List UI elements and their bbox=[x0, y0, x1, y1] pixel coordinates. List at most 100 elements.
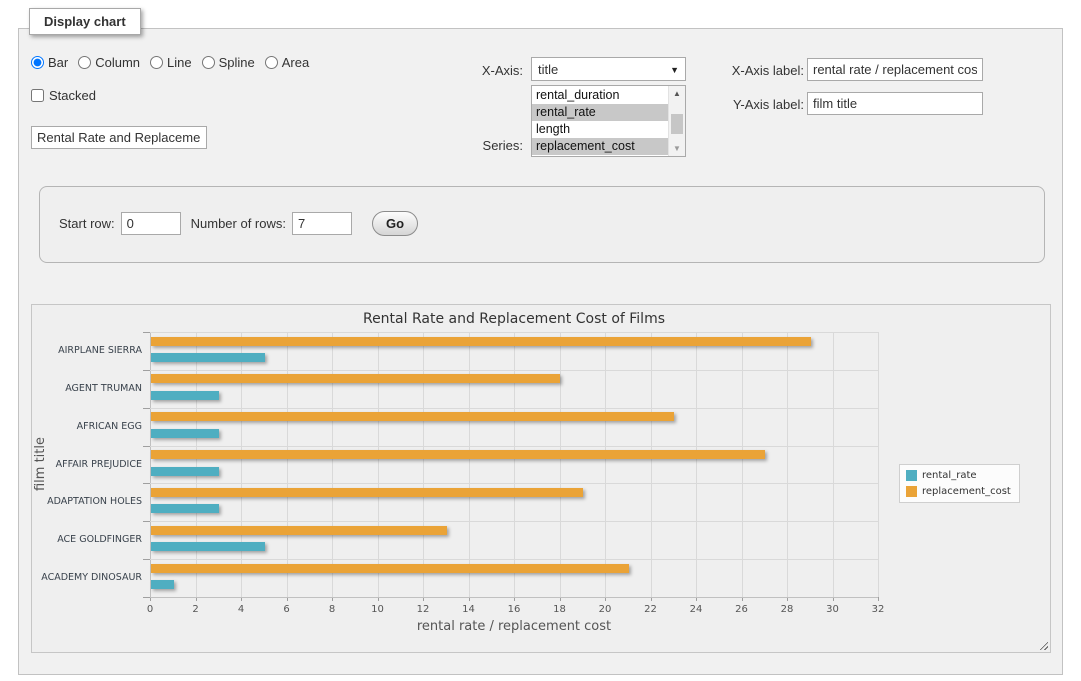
bar-replacement_cost bbox=[151, 337, 811, 346]
chart-y-axis-title: film title bbox=[33, 414, 49, 514]
y-axis-line bbox=[150, 332, 151, 597]
series-options: rental_duration rental_rate length repla… bbox=[532, 86, 668, 156]
category-boundary-line bbox=[150, 483, 878, 484]
x-tick-label: 28 bbox=[770, 604, 804, 615]
x-tick-label: 0 bbox=[133, 604, 167, 615]
chart-type-line[interactable]: Line bbox=[150, 55, 192, 70]
gridline bbox=[469, 332, 470, 597]
gridline bbox=[378, 332, 379, 597]
chart-type-area-radio[interactable] bbox=[265, 56, 278, 69]
x-tick-label: 22 bbox=[634, 604, 668, 615]
chart-type-spline-radio[interactable] bbox=[202, 56, 215, 69]
chart-type-spline-label: Spline bbox=[219, 55, 255, 70]
stacked-checkbox[interactable] bbox=[31, 89, 44, 102]
chart-type-column-radio[interactable] bbox=[78, 56, 91, 69]
category-boundary-line bbox=[150, 370, 878, 371]
y-tick-mark bbox=[143, 521, 150, 522]
resize-handle[interactable] bbox=[1037, 639, 1048, 650]
chart-type-column-label: Column bbox=[95, 55, 140, 70]
x-tick-label: 24 bbox=[679, 604, 713, 615]
x-axis-label-label: X-Axis label: bbox=[679, 63, 804, 78]
bar-replacement_cost bbox=[151, 526, 447, 535]
chevron-down-icon: ▼ bbox=[670, 65, 679, 75]
stacked-option[interactable]: Stacked bbox=[31, 88, 96, 103]
panel-title: Display chart bbox=[29, 8, 141, 35]
chart-type-column[interactable]: Column bbox=[78, 55, 140, 70]
gridline bbox=[742, 332, 743, 597]
replacement-cost-swatch-icon bbox=[906, 486, 917, 497]
gridline bbox=[423, 332, 424, 597]
y-category-label: AIRPLANE SIERRA bbox=[37, 345, 142, 357]
y-category-label: ADAPTATION HOLES bbox=[37, 496, 142, 508]
x-tick-label: 2 bbox=[179, 604, 213, 615]
chart-type-bar[interactable]: Bar bbox=[31, 55, 68, 70]
stacked-label: Stacked bbox=[49, 88, 96, 103]
y-axis-label-input[interactable] bbox=[807, 92, 983, 115]
scroll-down-icon[interactable]: ▼ bbox=[669, 141, 685, 156]
series-multiselect[interactable]: rental_duration rental_rate length repla… bbox=[531, 85, 686, 157]
y-axis-label-label: Y-Axis label: bbox=[679, 97, 804, 112]
category-boundary-line bbox=[150, 332, 878, 333]
x-tick-label: 14 bbox=[452, 604, 486, 615]
x-tick-label: 10 bbox=[361, 604, 395, 615]
legend-label-replacement-cost: replacement_cost bbox=[922, 486, 1011, 497]
x-axis-line bbox=[150, 597, 878, 598]
chart-title-input[interactable] bbox=[31, 126, 207, 149]
series-option-rental-duration[interactable]: rental_duration bbox=[532, 87, 668, 104]
number-of-rows-input[interactable] bbox=[292, 212, 352, 235]
x-tick-label: 32 bbox=[861, 604, 895, 615]
chart-type-spline[interactable]: Spline bbox=[202, 55, 255, 70]
x-axis-select[interactable]: title ▼ bbox=[531, 57, 686, 81]
gridline bbox=[560, 332, 561, 597]
chart-legend: rental_rate replacement_cost bbox=[899, 464, 1020, 503]
gridline bbox=[332, 332, 333, 597]
x-tick-label: 4 bbox=[224, 604, 258, 615]
y-tick-mark bbox=[143, 483, 150, 484]
rental-rate-swatch-icon bbox=[906, 470, 917, 481]
bar-rental_rate bbox=[151, 580, 174, 589]
gridline bbox=[241, 332, 242, 597]
x-tick-label: 18 bbox=[543, 604, 577, 615]
chart-x-axis-title: rental rate / replacement cost bbox=[150, 619, 878, 634]
gridline bbox=[605, 332, 606, 597]
x-tick-label: 26 bbox=[725, 604, 759, 615]
category-boundary-line bbox=[150, 446, 878, 447]
chart-type-line-radio[interactable] bbox=[150, 56, 163, 69]
number-of-rows-label: Number of rows: bbox=[191, 216, 286, 231]
bar-replacement_cost bbox=[151, 488, 583, 497]
x-tick-label: 30 bbox=[816, 604, 850, 615]
chart-type-bar-radio[interactable] bbox=[31, 56, 44, 69]
bar-rental_rate bbox=[151, 542, 265, 551]
category-boundary-line bbox=[150, 559, 878, 560]
chart-panel: Rental Rate and Replacement Cost of Film… bbox=[31, 304, 1051, 653]
gridline bbox=[878, 332, 879, 597]
legend-item-replacement-cost[interactable]: replacement_cost bbox=[906, 486, 1011, 497]
x-tick-label: 12 bbox=[406, 604, 440, 615]
series-option-replacement-cost[interactable]: replacement_cost bbox=[532, 138, 668, 155]
legend-label-rental-rate: rental_rate bbox=[922, 470, 977, 481]
gridline bbox=[196, 332, 197, 597]
x-tick-label: 16 bbox=[497, 604, 531, 615]
x-axis-label-input[interactable] bbox=[807, 58, 983, 81]
scrollbar-thumb[interactable] bbox=[671, 114, 683, 134]
series-select-label: Series: bbox=[451, 138, 523, 153]
row-range-box: Start row: Number of rows: Go bbox=[39, 186, 1045, 263]
bar-rental_rate bbox=[151, 391, 219, 400]
category-boundary-line bbox=[150, 521, 878, 522]
legend-item-rental-rate[interactable]: rental_rate bbox=[906, 470, 1011, 481]
bar-replacement_cost bbox=[151, 450, 765, 459]
bar-rental_rate bbox=[151, 353, 265, 362]
chart-type-radio-group: Bar Column Line Spline Area bbox=[31, 55, 309, 70]
gridline bbox=[833, 332, 834, 597]
series-option-rental-rate[interactable]: rental_rate bbox=[532, 104, 668, 121]
bar-rental_rate bbox=[151, 504, 219, 513]
go-button[interactable]: Go bbox=[372, 211, 418, 236]
y-category-label: AFRICAN EGG bbox=[37, 421, 142, 433]
chart-title: Rental Rate and Replacement Cost of Film… bbox=[150, 311, 878, 327]
start-row-input[interactable] bbox=[121, 212, 181, 235]
chart-type-area[interactable]: Area bbox=[265, 55, 309, 70]
x-axis-select-label: X-Axis: bbox=[451, 63, 523, 78]
series-option-length[interactable]: length bbox=[532, 121, 668, 138]
chart-type-area-label: Area bbox=[282, 55, 309, 70]
gridline bbox=[651, 332, 652, 597]
